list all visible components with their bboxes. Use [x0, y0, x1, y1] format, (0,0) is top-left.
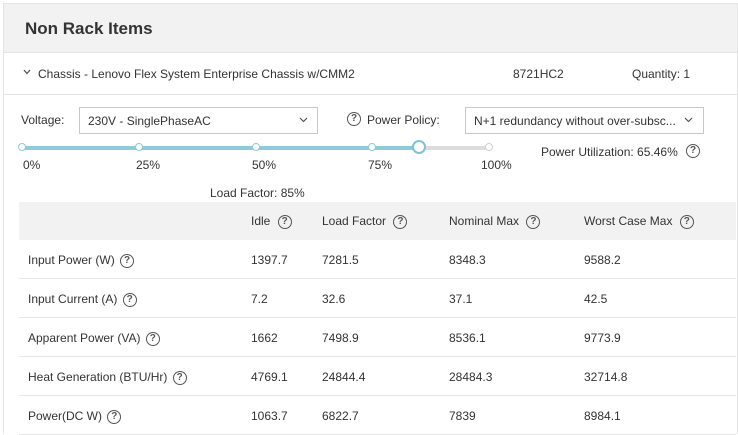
table-cell: 32.6	[322, 292, 346, 306]
load-factor-help-icon[interactable]: ?	[393, 214, 408, 229]
tick-label-50: 50%	[252, 158, 277, 172]
tick-label-25: 25%	[136, 158, 161, 172]
power-policy-select[interactable]: N+1 redundancy without over-subsc...	[465, 107, 704, 134]
voltage-label: Voltage:	[21, 113, 65, 127]
table-cell: 4769.1	[251, 370, 288, 384]
table-cell: 42.5	[584, 292, 608, 306]
chassis-model: 8721HC2	[513, 67, 564, 81]
table-cell: 7281.5	[322, 253, 359, 267]
table-row: Input Current (A) ? 7.2 32.6 37.1 42.5	[19, 279, 736, 318]
power-policy-label: Power Policy:	[367, 113, 440, 127]
tick-label-0: 0%	[23, 158, 41, 172]
panel-header: Non Rack Items	[4, 4, 737, 53]
worst-case-max-help-icon[interactable]: ?	[679, 214, 694, 229]
tick-label-75: 75%	[368, 158, 393, 172]
chevron-down-icon	[684, 117, 693, 123]
table-row: Power(DC W) ? 1063.7 6822.7 7839 8984.1	[19, 396, 736, 435]
table-cell: 6822.7	[322, 409, 359, 423]
column-header-idle: Idle ?	[251, 214, 292, 229]
tick-label-100: 100%	[481, 158, 512, 172]
row-help-icon[interactable]: ?	[122, 292, 137, 307]
row-label: Input Power (W) ?	[28, 253, 135, 268]
table-cell: 8536.1	[449, 331, 486, 345]
column-header-worst-case-max: Worst Case Max ?	[584, 214, 694, 229]
row-label: Heat Generation (BTU/Hr) ?	[28, 370, 187, 385]
load-factor-value: Load Factor: 85%	[210, 186, 305, 200]
table-cell: 7.2	[251, 292, 268, 306]
chassis-quantity: Quantity: 1	[632, 67, 691, 81]
table-row: Input Power (W) ? 1397.7 7281.5 8348.3 9…	[19, 240, 736, 279]
row-label: Apparent Power (VA) ?	[28, 331, 160, 346]
table-cell: 9773.9	[584, 331, 621, 345]
slider-tick	[18, 143, 26, 151]
row-label: Power(DC W) ?	[28, 409, 122, 424]
table-cell: 7498.9	[322, 331, 359, 345]
column-header-nominal-max: Nominal Max ?	[449, 214, 541, 229]
power-table: Idle ? Load Factor ? Nominal Max ? Worst…	[19, 202, 736, 435]
voltage-selected-value: 230V - SinglePhaseAC	[88, 114, 211, 128]
slider-fill	[22, 146, 419, 150]
power-utilization-help-icon[interactable]: ?	[686, 144, 700, 158]
slider-tick	[485, 143, 493, 151]
power-policy-selected-value: N+1 redundancy without over-subsc...	[474, 114, 676, 128]
voltage-select[interactable]: 230V - SinglePhaseAC	[79, 107, 318, 134]
chassis-row[interactable]: Chassis - Lenovo Flex System Enterprise …	[4, 53, 737, 95]
chevron-down-icon[interactable]	[22, 67, 32, 77]
table-cell: 32714.8	[584, 370, 628, 384]
row-help-icon[interactable]: ?	[172, 370, 187, 385]
row-help-icon[interactable]: ?	[107, 409, 122, 424]
table-cell: 9588.2	[584, 253, 621, 267]
table-cell: 37.1	[449, 292, 473, 306]
nominal-max-help-icon[interactable]: ?	[526, 214, 541, 229]
power-utilization: Power Utilization: 65.46%	[541, 145, 678, 159]
table-row: Heat Generation (BTU/Hr) ? 4769.1 24844.…	[19, 357, 736, 396]
page-title: Non Rack Items	[25, 19, 153, 38]
table-cell: 8348.3	[449, 253, 486, 267]
table-cell: 28484.3	[449, 370, 493, 384]
row-help-icon[interactable]: ?	[120, 253, 135, 268]
row-help-icon[interactable]: ?	[145, 331, 160, 346]
column-header-load-factor: Load Factor ?	[322, 214, 408, 229]
table-header: Idle ? Load Factor ? Nominal Max ? Worst…	[19, 202, 736, 240]
table-row: Apparent Power (VA) ? 1662 7498.9 8536.1…	[19, 318, 736, 357]
chevron-down-icon	[299, 117, 308, 123]
table-cell: 1662	[251, 331, 278, 345]
table-cell: 1397.7	[251, 253, 288, 267]
table-cell: 7839	[449, 409, 476, 423]
table-cell: 24844.4	[322, 370, 366, 384]
load-factor-slider[interactable]	[18, 140, 493, 154]
table-cell: 8984.1	[584, 409, 621, 423]
slider-tick	[251, 143, 260, 151]
chassis-name: Chassis - Lenovo Flex System Enterprise …	[38, 67, 355, 81]
slider-tick	[134, 143, 143, 151]
row-label: Input Current (A) ?	[28, 292, 137, 307]
power-policy-help-icon[interactable]: ?	[347, 112, 361, 126]
idle-help-icon[interactable]: ?	[277, 214, 292, 229]
slider-handle[interactable]	[411, 140, 426, 154]
table-cell: 1063.7	[251, 409, 288, 423]
